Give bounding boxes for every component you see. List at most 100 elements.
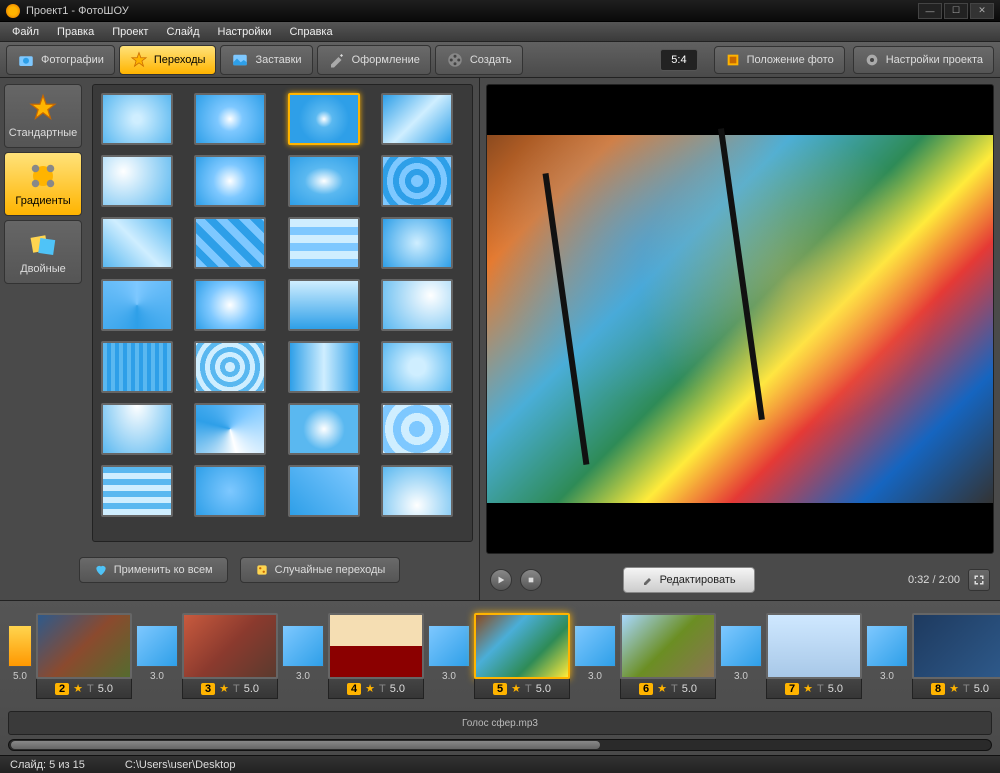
camera-icon <box>17 51 35 69</box>
tab-photos[interactable]: Фотографии <box>6 45 115 75</box>
transition-thumb-small[interactable] <box>136 625 178 667</box>
menu-file[interactable]: Файл <box>4 24 47 40</box>
slide-info: 5★T5.0 <box>474 679 570 699</box>
film-icon <box>446 51 464 69</box>
transition-thumb[interactable] <box>194 155 266 207</box>
menubar: Файл Правка Проект Слайд Настройки Справ… <box>0 22 1000 42</box>
transition-thumb[interactable] <box>381 93 453 145</box>
preview-viewport[interactable] <box>486 84 994 554</box>
transition-thumb[interactable] <box>381 155 453 207</box>
timeline-slide[interactable]: 5★T5.0 <box>474 613 570 699</box>
category-standard[interactable]: Стандартные <box>4 84 82 148</box>
slide-thumb[interactable] <box>36 613 132 679</box>
timeline-slide[interactable]: 8★T5.0 <box>912 613 1000 699</box>
timeline-transition[interactable]: 3.0 <box>136 613 178 699</box>
transition-duration: 3.0 <box>296 671 310 682</box>
transition-thumb[interactable] <box>101 465 173 517</box>
tab-titles[interactable]: Заставки <box>220 45 312 75</box>
transition-thumb[interactable] <box>101 341 173 393</box>
transition-thumb[interactable] <box>288 93 360 145</box>
stop-button[interactable] <box>520 569 542 591</box>
close-button[interactable]: ✕ <box>970 3 994 19</box>
menu-edit[interactable]: Правка <box>49 24 102 40</box>
timeline-transition[interactable]: 3.0 <box>428 613 470 699</box>
category-label: Стандартные <box>9 127 78 139</box>
timeline-transition[interactable]: 5.0 <box>8 613 32 699</box>
apply-all-button[interactable]: Применить ко всем <box>79 557 228 583</box>
transition-thumb[interactable] <box>288 217 360 269</box>
audio-track[interactable]: Голос сфер.mp3 <box>8 711 992 735</box>
category-gradients[interactable]: Градиенты <box>4 152 82 216</box>
timeline-scrollbar[interactable] <box>8 739 992 751</box>
tab-create[interactable]: Создать <box>435 45 523 75</box>
category-sidebar: Стандартные Градиенты Двойные <box>0 78 86 548</box>
transition-thumb[interactable] <box>194 341 266 393</box>
category-double[interactable]: Двойные <box>4 220 82 284</box>
transition-thumb[interactable] <box>288 155 360 207</box>
timeline-slide[interactable]: 4★T5.0 <box>328 613 424 699</box>
edit-button[interactable]: Редактировать <box>623 567 755 593</box>
transition-thumb[interactable] <box>101 279 173 331</box>
menu-slide[interactable]: Слайд <box>158 24 207 40</box>
menu-settings[interactable]: Настройки <box>210 24 280 40</box>
transition-thumb[interactable] <box>288 465 360 517</box>
transition-thumb[interactable] <box>101 155 173 207</box>
transition-thumb[interactable] <box>194 403 266 455</box>
transition-thumb[interactable] <box>194 279 266 331</box>
photo-position-button[interactable]: Положение фото <box>714 46 845 74</box>
timeline-transition[interactable]: 3.0 <box>282 613 324 699</box>
transition-thumb[interactable] <box>194 465 266 517</box>
transition-thumb[interactable] <box>288 279 360 331</box>
minimize-button[interactable]: ― <box>918 3 942 19</box>
tab-label: Фотографии <box>41 54 104 66</box>
slide-thumb[interactable] <box>912 613 1000 679</box>
transition-duration: 3.0 <box>588 671 602 682</box>
timeline-transition[interactable]: 3.0 <box>574 613 616 699</box>
slide-info: 7★T5.0 <box>766 679 862 699</box>
menu-help[interactable]: Справка <box>281 24 340 40</box>
scrollbar-handle[interactable] <box>11 741 600 749</box>
aspect-ratio-button[interactable]: 5:4 <box>660 49 697 71</box>
transition-thumb[interactable] <box>194 93 266 145</box>
transition-thumb[interactable] <box>381 217 453 269</box>
transition-thumb[interactable] <box>381 403 453 455</box>
transition-thumb[interactable] <box>381 341 453 393</box>
slide-thumb[interactable] <box>620 613 716 679</box>
project-settings-button[interactable]: Настройки проекта <box>853 46 994 74</box>
transition-thumb[interactable] <box>101 93 173 145</box>
transition-thumb-small[interactable] <box>720 625 762 667</box>
transition-thumb-small[interactable] <box>428 625 470 667</box>
maximize-button[interactable]: ☐ <box>944 3 968 19</box>
button-label: Случайные переходы <box>275 564 386 576</box>
tab-label: Переходы <box>154 54 206 66</box>
transition-thumb[interactable] <box>101 217 173 269</box>
timeline-slide[interactable]: 2★T5.0 <box>36 613 132 699</box>
transition-thumb[interactable] <box>381 279 453 331</box>
fullscreen-button[interactable] <box>968 569 990 591</box>
transition-thumb[interactable] <box>288 341 360 393</box>
menu-project[interactable]: Проект <box>104 24 156 40</box>
transition-thumb[interactable] <box>101 403 173 455</box>
timeline-slide[interactable]: 7★T5.0 <box>766 613 862 699</box>
random-transitions-button[interactable]: Случайные переходы <box>240 557 401 583</box>
left-panel: Стандартные Градиенты Двойные Применить … <box>0 78 480 600</box>
slide-thumb[interactable] <box>474 613 570 679</box>
transition-thumb-small[interactable] <box>282 625 324 667</box>
tab-transitions[interactable]: Переходы <box>119 45 217 75</box>
timeline-transition[interactable]: 3.0 <box>866 613 908 699</box>
slide-thumb[interactable] <box>328 613 424 679</box>
timeline-slide[interactable]: 6★T5.0 <box>620 613 716 699</box>
timeline-slide[interactable]: 3★T5.0 <box>182 613 278 699</box>
transition-thumb-small[interactable] <box>866 625 908 667</box>
tab-design[interactable]: Оформление <box>317 45 431 75</box>
transition-thumb[interactable] <box>288 403 360 455</box>
slide-thumb[interactable] <box>766 613 862 679</box>
play-button[interactable] <box>490 569 512 591</box>
transition-thumb-small[interactable] <box>574 625 616 667</box>
transition-thumb[interactable] <box>194 217 266 269</box>
slide-thumb[interactable] <box>182 613 278 679</box>
timeline-track[interactable]: 5.02★T5.03.03★T5.03.04★T5.03.05★T5.03.06… <box>0 601 1000 711</box>
timeline-transition[interactable]: 3.0 <box>720 613 762 699</box>
transition-thumb[interactable] <box>381 465 453 517</box>
transition-thumb-small[interactable] <box>8 625 32 667</box>
